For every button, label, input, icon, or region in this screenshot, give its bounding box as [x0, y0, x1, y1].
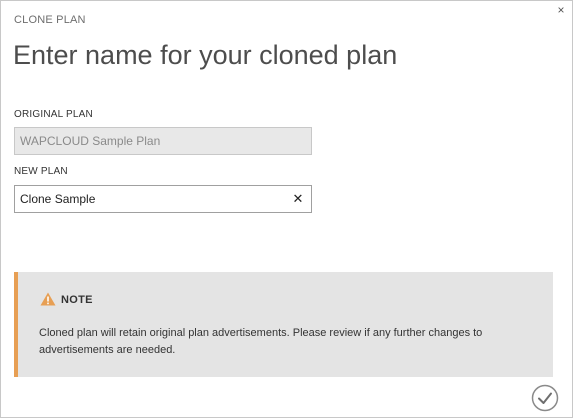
checkmark-icon — [531, 384, 559, 412]
clone-plan-dialog: × CLONE PLAN Enter name for your cloned … — [0, 0, 573, 418]
new-plan-label: NEW PLAN — [14, 166, 68, 177]
confirm-button[interactable] — [531, 384, 559, 412]
new-plan-input[interactable] — [14, 185, 312, 213]
page-title: Enter name for your cloned plan — [13, 40, 398, 70]
clear-input-button[interactable]: ✕ — [291, 192, 305, 206]
clear-icon: ✕ — [292, 191, 304, 206]
note-panel: NOTE Cloned plan will retain original pl… — [14, 272, 553, 377]
close-button[interactable]: × — [554, 3, 568, 17]
warning-icon — [40, 292, 56, 306]
original-plan-field — [14, 127, 312, 155]
original-plan-label: ORIGINAL PLAN — [14, 109, 93, 120]
note-text: Cloned plan will retain original plan ad… — [39, 327, 483, 356]
close-icon: × — [557, 3, 565, 17]
note-title: NOTE — [61, 294, 93, 306]
wizard-label: CLONE PLAN — [14, 14, 86, 26]
